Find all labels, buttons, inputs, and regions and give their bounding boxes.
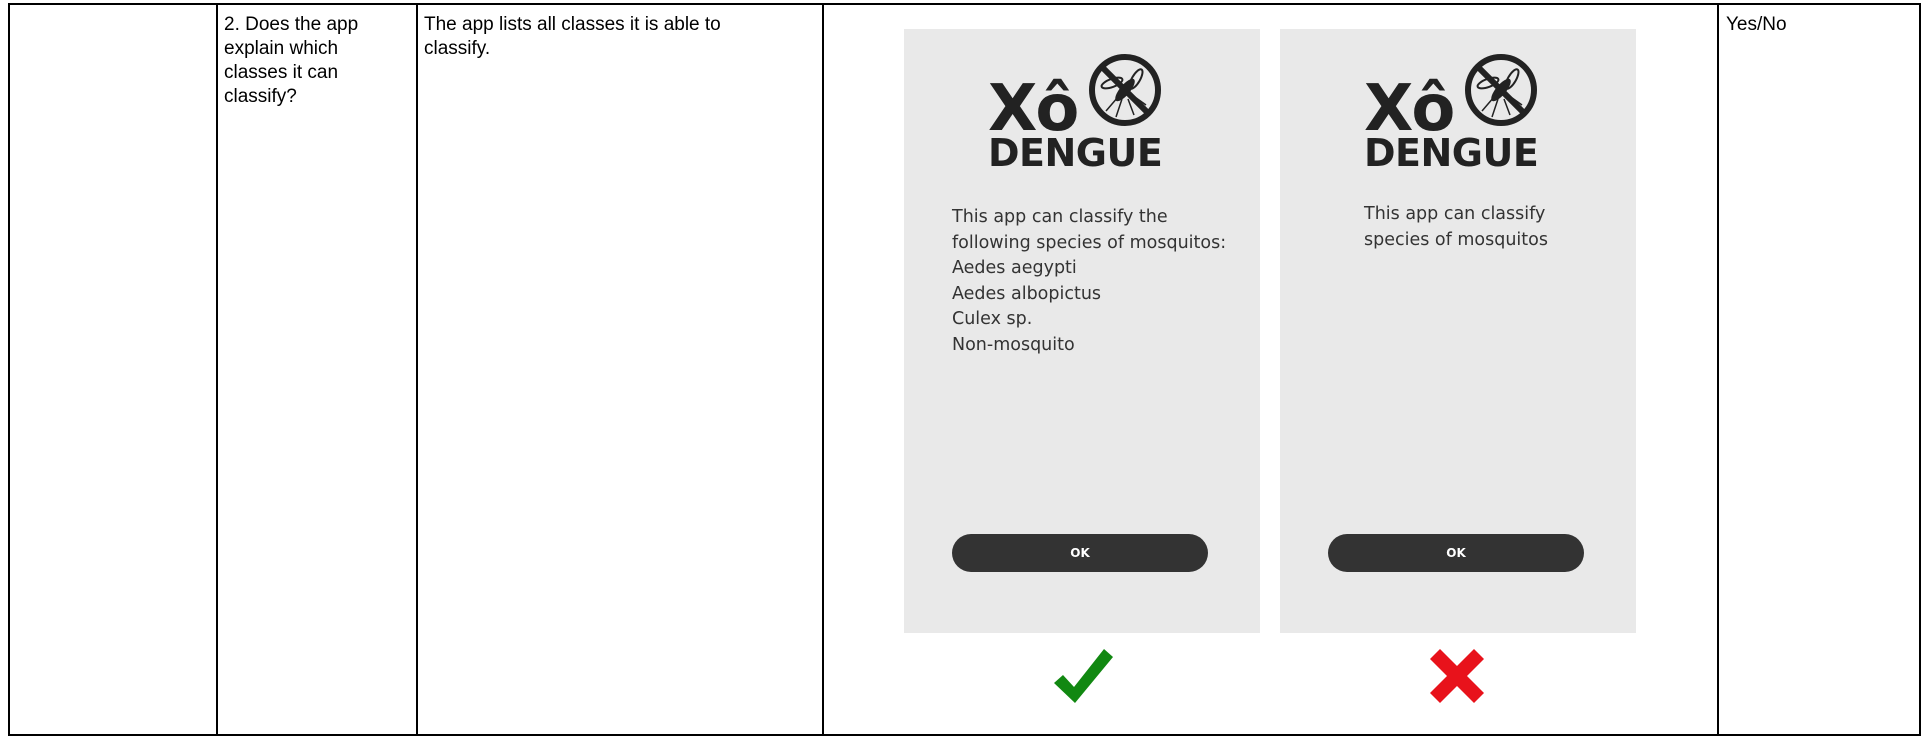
phone-screen-good-example: Xô DENGUE This app can classify the foll… [904, 29, 1260, 633]
question-line: classes it can [224, 62, 339, 83]
question-cell: 2. Does the app explain which classes it… [224, 13, 412, 109]
text-line: species of mosquitos [1364, 229, 1548, 250]
description-cell: The app lists all classes it is able to … [424, 13, 820, 61]
app-logo-subtext: DENGUE [1364, 131, 1539, 175]
text-line: Culex sp. [952, 309, 1033, 330]
mosquito-ban-icon [1465, 54, 1537, 126]
mosquito-ban-icon [1089, 54, 1161, 126]
answer-cell: Yes/No [1726, 14, 1787, 35]
text-line: This app can classify [1364, 204, 1546, 224]
column-divider [822, 3, 824, 736]
ok-button[interactable]: OK [1328, 534, 1584, 572]
text-line: following species of mosquitos: [952, 232, 1227, 253]
text-line: Aedes albopictus [952, 283, 1102, 304]
description-line: classify. [424, 38, 491, 59]
cross-icon [1430, 649, 1484, 703]
text-line: This app can classify the [952, 207, 1168, 227]
check-icon [1054, 649, 1113, 703]
column-divider [416, 3, 418, 736]
question-line: 2. Does the app [224, 14, 359, 35]
question-line: classify? [224, 86, 297, 107]
text-line: Aedes aegypti [952, 258, 1077, 279]
text-line: Non-mosquito [952, 334, 1075, 355]
category-cell [10, 0, 216, 736]
description-line: The app lists all classes it is able to [424, 14, 721, 35]
ok-button[interactable]: OK [952, 534, 1208, 572]
question-line: explain which [224, 38, 339, 59]
column-divider [216, 3, 218, 736]
column-divider [1717, 3, 1719, 736]
phone-screen-bad-example: Xô DENGUE This app can classify species … [1280, 29, 1636, 633]
class-list-text: This app can classify species of mosquit… [1364, 202, 1548, 253]
app-logo-subtext: DENGUE [988, 131, 1163, 175]
class-list-text: This app can classify the following spec… [952, 205, 1226, 359]
